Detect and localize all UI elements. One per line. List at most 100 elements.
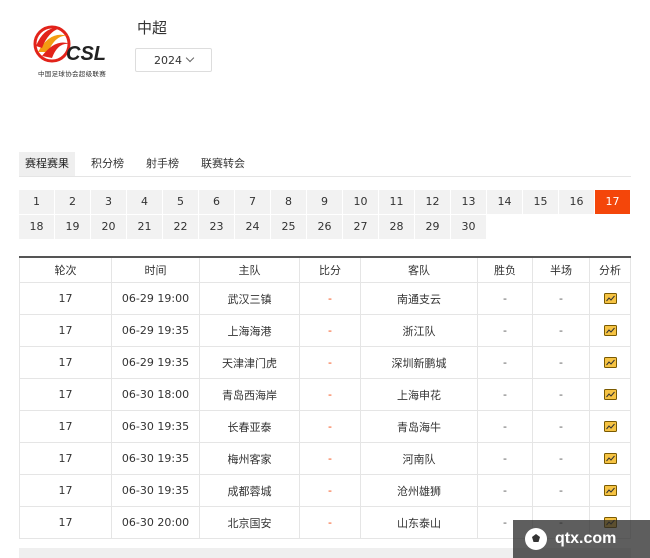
chart-analysis-icon[interactable]: [603, 485, 617, 496]
away-team-cell: 南通支云: [361, 283, 478, 314]
result-cell: -: [478, 411, 533, 442]
round-button-8[interactable]: 8: [271, 190, 306, 214]
time-cell: 06-29 19:00: [112, 283, 200, 314]
half-cell: -: [533, 347, 590, 378]
round-button-17[interactable]: 17: [595, 190, 630, 214]
half-cell: -: [533, 411, 590, 442]
analysis-cell: [590, 283, 631, 314]
round-button-24[interactable]: 24: [235, 215, 270, 239]
score-cell: -: [300, 411, 361, 442]
round-button-11[interactable]: 11: [379, 190, 414, 214]
season-select[interactable]: 2024: [135, 48, 212, 72]
table-body: 17 06-29 19:00 武汉三镇 - 南通支云 - -17 06-29 19:35 上海海…: [19, 283, 631, 539]
header-round: 轮次: [19, 258, 112, 282]
home-team-cell: 长春亚泰: [200, 411, 300, 442]
round-button-14[interactable]: 14: [487, 190, 522, 214]
score-cell: -: [300, 507, 361, 538]
watermark-text: qtx.com: [555, 530, 617, 547]
result-cell: -: [478, 315, 533, 346]
fixtures-table: 轮次 时间 主队 比分 客队 胜负 半场 分析 17 06-29 19:00 武汉三…: [19, 256, 631, 539]
round-button-26[interactable]: 26: [307, 215, 342, 239]
header-analysis: 分析: [590, 258, 631, 282]
round-button-6[interactable]: 6: [199, 190, 234, 214]
half-cell: -: [533, 443, 590, 474]
round-button-4[interactable]: 4: [127, 190, 162, 214]
home-team-cell: 上海海港: [200, 315, 300, 346]
table-row: 17 06-29 19:35 天津津门虎 - 深圳新鹏城 - -: [19, 347, 631, 379]
round-button-9[interactable]: 9: [307, 190, 342, 214]
round-selector: 1 2 3 4 5 6 7 8 9 10 11 12 13 14 15 16 17 18 19 20 21 22 23 24 2…: [19, 190, 631, 240]
chart-analysis-icon[interactable]: [603, 453, 617, 464]
round-button-13[interactable]: 13: [451, 190, 486, 214]
table-row: 17 06-30 19:35 梅州客家 - 河南队 - -: [19, 443, 631, 475]
header-home: 主队: [200, 258, 300, 282]
chart-analysis-icon[interactable]: [603, 293, 617, 304]
round-button-5[interactable]: 5: [163, 190, 198, 214]
analysis-cell: [590, 411, 631, 442]
tab-schedule-results[interactable]: 赛程赛果: [19, 152, 75, 176]
tab-transfers[interactable]: 联赛转会: [195, 152, 251, 176]
result-cell: -: [478, 475, 533, 506]
soccer-ball-icon: [525, 528, 547, 550]
result-cell: -: [478, 379, 533, 410]
chart-analysis-icon[interactable]: [603, 325, 617, 336]
away-team-cell: 山东泰山: [361, 507, 478, 538]
tab-top-scorers[interactable]: 射手榜: [140, 152, 185, 176]
round-button-16[interactable]: 16: [559, 190, 594, 214]
away-team-cell: 深圳新鹏城: [361, 347, 478, 378]
round-button-20[interactable]: 20: [91, 215, 126, 239]
score-cell: -: [300, 347, 361, 378]
logo-text: CSL: [66, 43, 106, 65]
result-cell: -: [478, 347, 533, 378]
result-cell: -: [478, 443, 533, 474]
round-button-7[interactable]: 7: [235, 190, 270, 214]
score-cell: -: [300, 379, 361, 410]
away-team-cell: 上海申花: [361, 379, 478, 410]
round-cell: 17: [19, 411, 112, 442]
home-team-cell: 梅州客家: [200, 443, 300, 474]
score-cell: -: [300, 475, 361, 506]
round-button-12[interactable]: 12: [415, 190, 450, 214]
round-button-28[interactable]: 28: [379, 215, 414, 239]
round-button-2[interactable]: 2: [55, 190, 90, 214]
home-team-cell: 青岛西海岸: [200, 379, 300, 410]
result-cell: -: [478, 283, 533, 314]
time-cell: 06-30 20:00: [112, 507, 200, 538]
tab-bar: 赛程赛果 积分榜 射手榜 联赛转会: [19, 152, 631, 177]
half-cell: -: [533, 475, 590, 506]
header-time: 时间: [112, 258, 200, 282]
header-score: 比分: [300, 258, 361, 282]
round-button-25[interactable]: 25: [271, 215, 306, 239]
round-cell: 17: [19, 379, 112, 410]
round-button-15[interactable]: 15: [523, 190, 558, 214]
round-button-1[interactable]: 1: [19, 190, 54, 214]
round-button-23[interactable]: 23: [199, 215, 234, 239]
round-button-18[interactable]: 18: [19, 215, 54, 239]
chart-analysis-icon[interactable]: [603, 421, 617, 432]
tab-standings[interactable]: 积分榜: [85, 152, 130, 176]
round-cell: 17: [19, 315, 112, 346]
page-title: 中超: [137, 19, 168, 37]
round-button-27[interactable]: 27: [343, 215, 378, 239]
analysis-cell: [590, 475, 631, 506]
table-row: 17 06-29 19:00 武汉三镇 - 南通支云 - -: [19, 283, 631, 315]
chart-analysis-icon[interactable]: [603, 389, 617, 400]
round-button-10[interactable]: 10: [343, 190, 378, 214]
time-cell: 06-30 18:00: [112, 379, 200, 410]
round-button-22[interactable]: 22: [163, 215, 198, 239]
round-button-3[interactable]: 3: [91, 190, 126, 214]
chart-analysis-icon[interactable]: [603, 357, 617, 368]
home-team-cell: 武汉三镇: [200, 283, 300, 314]
away-team-cell: 浙江队: [361, 315, 478, 346]
home-team-cell: 成都蓉城: [200, 475, 300, 506]
away-team-cell: 青岛海牛: [361, 411, 478, 442]
score-cell: -: [300, 443, 361, 474]
round-button-21[interactable]: 21: [127, 215, 162, 239]
round-cell: 17: [19, 283, 112, 314]
round-button-19[interactable]: 19: [55, 215, 90, 239]
round-button-30[interactable]: 30: [451, 215, 486, 239]
home-team-cell: 天津津门虎: [200, 347, 300, 378]
away-team-cell: 沧州雄狮: [361, 475, 478, 506]
table-row: 17 06-30 19:35 成都蓉城 - 沧州雄狮 - -: [19, 475, 631, 507]
round-button-29[interactable]: 29: [415, 215, 450, 239]
